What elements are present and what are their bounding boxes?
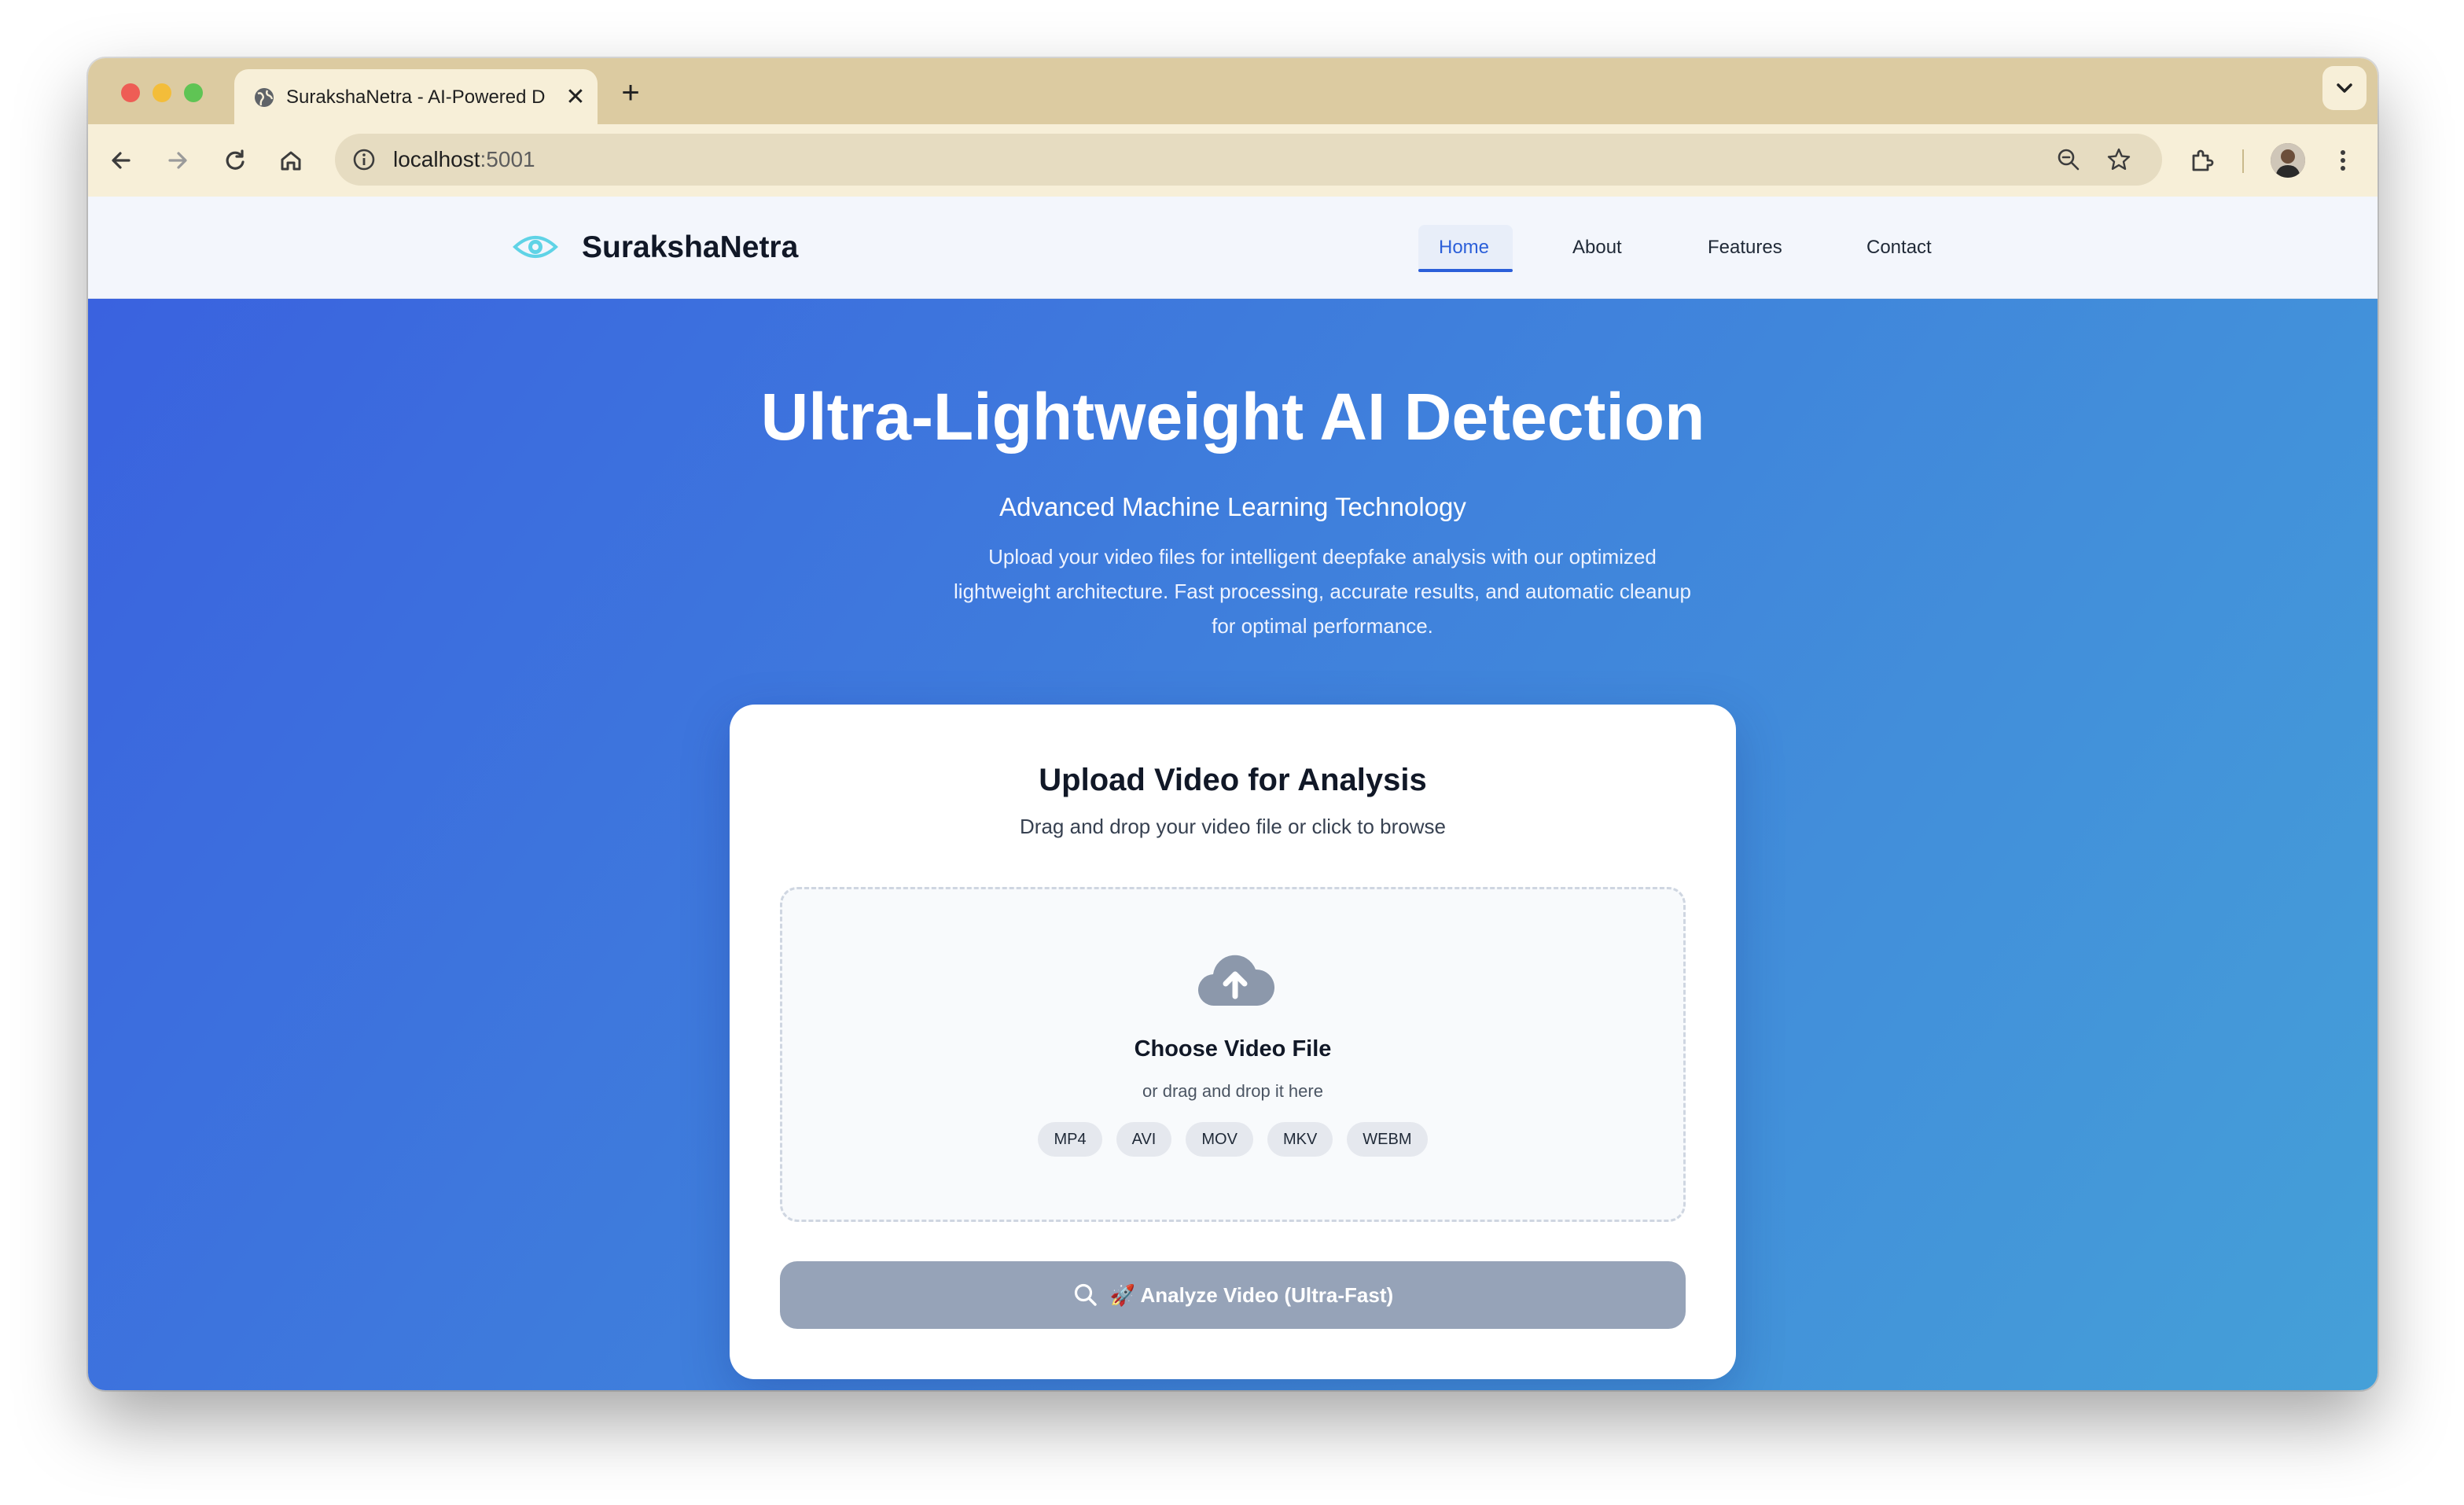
tab-title: SurakshaNetra - AI-Powered Deepfake Dete… xyxy=(286,86,546,108)
search-icon xyxy=(1074,1283,1097,1306)
dropzone-subtitle: or drag and drop it here xyxy=(1142,1081,1323,1101)
browser-menu-button[interactable] xyxy=(2322,140,2363,181)
site-navbar: SurakshaNetra Home About Features Contac… xyxy=(88,197,2378,299)
supported-formats: MP4 AVI MOV MKV WEBM xyxy=(782,1122,1683,1157)
url-port: :5001 xyxy=(480,147,535,171)
url-text[interactable]: localhost:5001 xyxy=(393,145,535,175)
minimize-window-button[interactable] xyxy=(153,83,171,102)
menu-dots-icon xyxy=(2341,150,2345,171)
extensions-icon xyxy=(2192,149,2214,171)
browser-toolbar: localhost:5001 xyxy=(88,124,2378,197)
close-window-button[interactable] xyxy=(121,83,140,102)
nav-link-features[interactable]: Features xyxy=(1708,236,1782,259)
toolbar-divider xyxy=(2242,149,2244,173)
nav-active-underline xyxy=(1418,269,1513,272)
upload-card: Upload Video for Analysis Drag and drop … xyxy=(730,705,1736,1379)
hero-description: Upload your video files for intelligent … xyxy=(954,545,1691,638)
new-tab-button[interactable]: + xyxy=(615,77,646,110)
format-chip-avi: AVI xyxy=(1116,1122,1172,1157)
globe-icon xyxy=(255,88,274,107)
forward-button[interactable] xyxy=(157,140,198,181)
analyze-button-label: 🚀 Analyze Video (Ultra-Fast) xyxy=(1109,1282,1394,1307)
video-dropzone[interactable]: Choose Video File or drag and drop it he… xyxy=(780,887,1686,1222)
browser-window: SurakshaNetra - AI-Powered Deepfake Dete… xyxy=(88,58,2378,1390)
back-button[interactable] xyxy=(101,140,142,181)
analyze-video-button[interactable]: 🚀 Analyze Video (Ultra-Fast) xyxy=(780,1261,1686,1329)
eye-icon xyxy=(513,236,558,258)
url-host: localhost xyxy=(393,147,480,171)
page-viewport: SurakshaNetra Home About Features Contac… xyxy=(88,197,2378,1390)
reload-button[interactable] xyxy=(214,140,255,181)
format-chip-mov: MOV xyxy=(1186,1122,1253,1157)
address-bar[interactable]: localhost:5001 xyxy=(335,134,2162,186)
format-chip-webm: WEBM xyxy=(1347,1122,1428,1157)
hero-title: Ultra-Lightweight AI Detection xyxy=(760,380,1705,454)
maximize-window-button[interactable] xyxy=(184,83,203,102)
zoom-icon[interactable] xyxy=(2055,146,2082,173)
cloud-upload-icon xyxy=(1197,955,1274,1006)
hero-section: Ultra-Lightweight AI Detection Advanced … xyxy=(88,299,2378,1390)
nav-link-home[interactable]: Home xyxy=(1439,236,1489,259)
home-icon xyxy=(281,151,301,171)
format-chip-mkv: MKV xyxy=(1267,1122,1333,1157)
format-chip-mp4: MP4 xyxy=(1038,1122,1102,1157)
nav-link-about[interactable]: About xyxy=(1572,236,1622,259)
nav-link-contact[interactable]: Contact xyxy=(1866,236,1932,259)
back-arrow-icon xyxy=(112,152,131,169)
browser-tab[interactable]: SurakshaNetra - AI-Powered Deepfake Dete… xyxy=(234,69,598,124)
avatar-image xyxy=(2271,143,2305,178)
tab-strip: SurakshaNetra - AI-Powered Deepfake Dete… xyxy=(88,58,2378,124)
upload-card-title: Upload Video for Analysis xyxy=(1039,763,1427,797)
upload-card-subtitle: Drag and drop your video file or click t… xyxy=(1020,815,1446,838)
tab-close-icon[interactable]: ✕ xyxy=(563,85,588,110)
hero-subtitle: Advanced Machine Learning Technology xyxy=(999,492,1466,521)
chevron-down-icon xyxy=(2337,83,2352,93)
star-icon[interactable] xyxy=(2105,146,2132,173)
home-button[interactable] xyxy=(270,140,311,181)
tab-search-button[interactable] xyxy=(2322,66,2367,110)
profile-avatar[interactable] xyxy=(2271,143,2305,178)
forward-arrow-icon xyxy=(168,152,187,169)
info-icon[interactable] xyxy=(351,146,377,173)
brand-name[interactable]: SurakshaNetra xyxy=(582,228,798,267)
reload-icon xyxy=(226,149,245,170)
dropzone-title: Choose Video File xyxy=(1134,1036,1332,1062)
desktop: SurakshaNetra - AI-Powered Deepfake Dete… xyxy=(0,0,2464,1505)
extensions-button[interactable] xyxy=(2181,140,2222,181)
